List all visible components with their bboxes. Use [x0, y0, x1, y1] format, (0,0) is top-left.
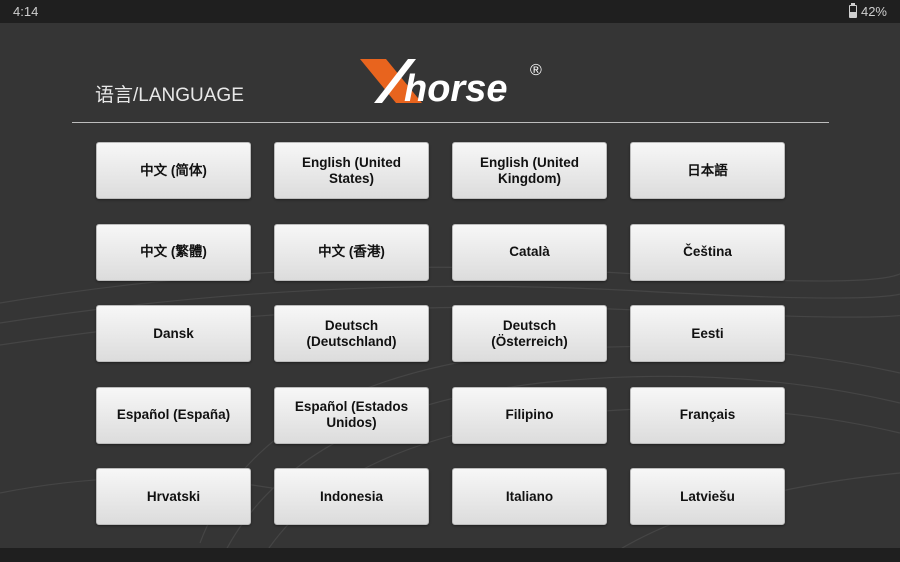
language-button[interactable]: 中文 (简体) — [96, 142, 251, 199]
language-button[interactable]: Italiano — [452, 468, 607, 525]
logo-text: horse — [404, 68, 507, 109]
language-button[interactable]: Deutsch (Österreich) — [452, 305, 607, 362]
language-button[interactable]: English (United States) — [274, 142, 429, 199]
xhorse-logo: horse ® — [360, 59, 542, 109]
bottom-strip — [0, 548, 900, 562]
language-button[interactable]: 日本語 — [630, 142, 785, 199]
language-button[interactable]: Indonesia — [274, 468, 429, 525]
language-button[interactable]: Dansk — [96, 305, 251, 362]
status-right: 42% — [848, 3, 887, 19]
battery-percent: 42% — [860, 4, 887, 19]
language-button[interactable]: Latviešu — [630, 468, 785, 525]
language-grid: 中文 (简体) English (United States) English (U… — [96, 142, 785, 525]
language-button[interactable]: Català — [452, 223, 607, 281]
language-button[interactable]: Eesti — [630, 305, 785, 362]
language-button[interactable]: 中文 (繁體) — [96, 223, 251, 281]
language-button[interactable]: Deutsch (Deutschland) — [274, 305, 429, 362]
language-screen: 语言/LANGUAGE horse ® 中文 (简体) English (Unit… — [0, 23, 900, 562]
header-divider — [72, 122, 829, 123]
language-button[interactable]: Español (Estados Unidos) — [274, 386, 429, 444]
language-button[interactable]: 中文 (香港) — [274, 223, 429, 281]
status-bar: 4:14 42% — [0, 0, 900, 23]
language-button[interactable]: Español (España) — [96, 386, 251, 444]
language-button[interactable]: Čeština — [630, 223, 785, 281]
page-title: 语言/LANGUAGE — [95, 85, 244, 106]
battery-fill — [849, 12, 856, 17]
registered-mark: ® — [530, 62, 542, 79]
language-button[interactable]: English (United Kingdom) — [452, 142, 607, 199]
status-time: 4:14 — [13, 4, 39, 19]
language-button[interactable]: Français — [630, 386, 785, 444]
battery-icon — [848, 3, 857, 18]
language-button[interactable]: Hrvatski — [96, 468, 251, 525]
language-button[interactable]: Filipino — [452, 386, 607, 444]
